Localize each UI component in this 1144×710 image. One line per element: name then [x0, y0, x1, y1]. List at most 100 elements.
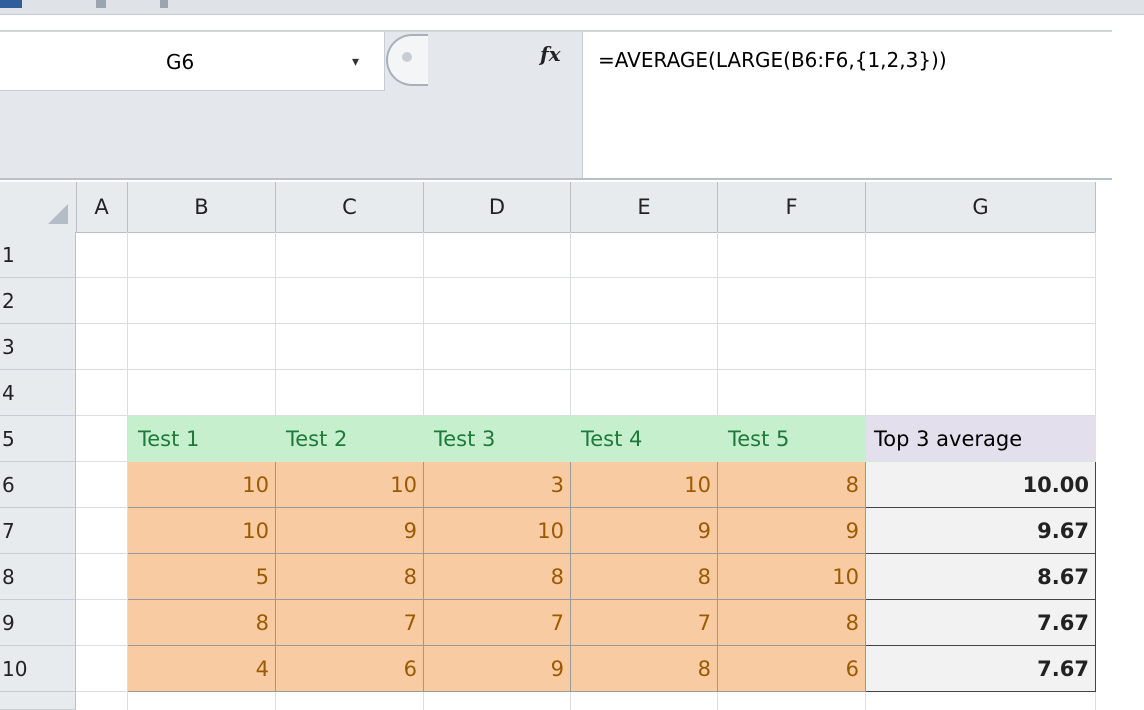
cell-e8[interactable]: 8 [571, 554, 718, 600]
cell-partial[interactable] [76, 692, 128, 710]
cell-a1[interactable] [76, 232, 128, 278]
row-header-1[interactable]: 1 [0, 232, 76, 278]
cell-d9[interactable]: 7 [424, 600, 571, 646]
column-header-g[interactable]: G [866, 182, 1096, 232]
name-box[interactable]: G6 ▾ [0, 32, 385, 91]
row-header-6[interactable]: 6 [0, 462, 76, 508]
cell-g5[interactable]: Top 3 average [866, 416, 1096, 462]
cell-d1[interactable] [424, 232, 571, 278]
column-header-b[interactable]: B [128, 182, 276, 232]
cell-a10[interactable] [76, 646, 128, 692]
cell-g6[interactable]: 10.00 [866, 462, 1096, 508]
cell-d5[interactable]: Test 3 [424, 416, 571, 462]
cell-d3[interactable] [424, 324, 571, 370]
cell-d2[interactable] [424, 278, 571, 324]
row-header-2[interactable]: 2 [0, 278, 76, 324]
cell-g3[interactable] [866, 324, 1096, 370]
cell-b1[interactable] [128, 232, 276, 278]
cell-b5[interactable]: Test 1 [128, 416, 276, 462]
column-header-c[interactable]: C [276, 182, 424, 232]
cell-f5[interactable]: Test 5 [718, 416, 866, 462]
cell-a4[interactable] [76, 370, 128, 416]
cell-g4[interactable] [866, 370, 1096, 416]
cell-c1[interactable] [276, 232, 424, 278]
cell-d8[interactable]: 8 [424, 554, 571, 600]
cell-f10[interactable]: 6 [718, 646, 866, 692]
cell-g8[interactable]: 8.67 [866, 554, 1096, 600]
row-header-4[interactable]: 4 [0, 370, 76, 416]
cell-d6[interactable]: 3 [424, 462, 571, 508]
cell-b4[interactable] [128, 370, 276, 416]
row-header-5[interactable]: 5 [0, 416, 76, 462]
cell-e3[interactable] [571, 324, 718, 370]
cell-c6[interactable]: 10 [276, 462, 424, 508]
cell-b7[interactable]: 10 [128, 508, 276, 554]
cell-c5[interactable]: Test 2 [276, 416, 424, 462]
cell-f3[interactable] [718, 324, 866, 370]
cell-a7[interactable] [76, 508, 128, 554]
formula-input[interactable]: =AVERAGE(LARGE(B6:F6,{1,2,3})) [598, 48, 947, 72]
insert-function-icon[interactable]: fx [540, 42, 561, 66]
cell-a9[interactable] [76, 600, 128, 646]
cell-b10[interactable]: 4 [128, 646, 276, 692]
cell-a5[interactable] [76, 416, 128, 462]
cell-f7[interactable]: 9 [718, 508, 866, 554]
column-header-e[interactable]: E [571, 182, 718, 232]
cell-g1[interactable] [866, 232, 1096, 278]
cell-f1[interactable] [718, 232, 866, 278]
column-header-f[interactable]: F [718, 182, 866, 232]
cell-f4[interactable] [718, 370, 866, 416]
cell-g10[interactable]: 7.67 [866, 646, 1096, 692]
cell-d10[interactable]: 9 [424, 646, 571, 692]
redo-icon[interactable] [160, 0, 168, 8]
cell-partial[interactable] [276, 692, 424, 710]
select-all-button[interactable] [0, 182, 77, 232]
row-header-3[interactable]: 3 [0, 324, 76, 370]
cell-f9[interactable]: 8 [718, 600, 866, 646]
undo-icon[interactable] [96, 0, 106, 8]
cell-partial[interactable] [128, 692, 276, 710]
column-header-d[interactable]: D [424, 182, 571, 232]
cell-partial[interactable] [424, 692, 571, 710]
cell-c3[interactable] [276, 324, 424, 370]
cell-e6[interactable]: 10 [571, 462, 718, 508]
cell-g7[interactable]: 9.67 [866, 508, 1096, 554]
row-header-7[interactable]: 7 [0, 508, 76, 554]
row-header-9[interactable]: 9 [0, 600, 76, 646]
cell-e2[interactable] [571, 278, 718, 324]
cell-partial[interactable] [718, 692, 866, 710]
cell-c8[interactable]: 8 [276, 554, 424, 600]
excel-app-icon[interactable] [0, 0, 22, 8]
cell-b6[interactable]: 10 [128, 462, 276, 508]
cell-g9[interactable]: 7.67 [866, 600, 1096, 646]
cell-d4[interactable] [424, 370, 571, 416]
cell-b2[interactable] [128, 278, 276, 324]
cell-partial[interactable] [571, 692, 718, 710]
cell-e9[interactable]: 7 [571, 600, 718, 646]
cell-e1[interactable] [571, 232, 718, 278]
cell-c2[interactable] [276, 278, 424, 324]
cell-g2[interactable] [866, 278, 1096, 324]
cell-e10[interactable]: 8 [571, 646, 718, 692]
cell-f2[interactable] [718, 278, 866, 324]
cell-b8[interactable]: 5 [128, 554, 276, 600]
cell-d7[interactable]: 10 [424, 508, 571, 554]
row-header-10[interactable]: 10 [0, 646, 76, 692]
cell-a3[interactable] [76, 324, 128, 370]
cell-f6[interactable]: 8 [718, 462, 866, 508]
cell-f8[interactable]: 10 [718, 554, 866, 600]
cell-c9[interactable]: 7 [276, 600, 424, 646]
name-box-value[interactable]: G6 [166, 50, 194, 74]
cell-a8[interactable] [76, 554, 128, 600]
row-header-partial[interactable] [0, 692, 76, 710]
cell-partial[interactable] [866, 692, 1096, 710]
cell-e5[interactable]: Test 4 [571, 416, 718, 462]
column-header-a[interactable]: A [76, 182, 128, 232]
cell-c4[interactable] [276, 370, 424, 416]
cell-a6[interactable] [76, 462, 128, 508]
cell-b3[interactable] [128, 324, 276, 370]
cell-b9[interactable]: 8 [128, 600, 276, 646]
row-header-8[interactable]: 8 [0, 554, 76, 600]
cell-e4[interactable] [571, 370, 718, 416]
cell-e7[interactable]: 9 [571, 508, 718, 554]
